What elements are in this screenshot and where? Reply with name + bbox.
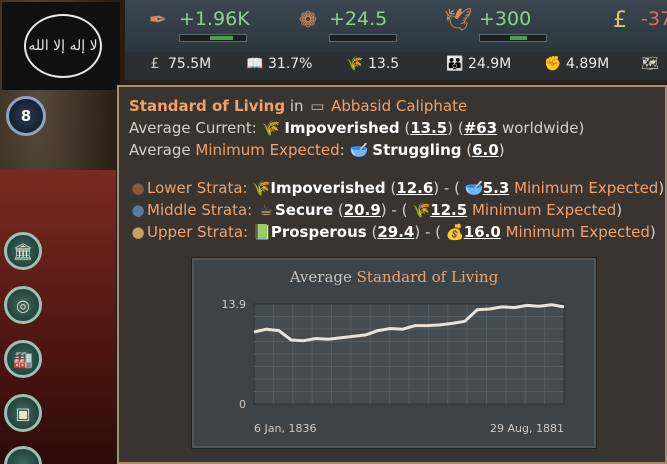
literacy-icon: 📖 xyxy=(246,56,264,72)
top-resource-value: +1.96K xyxy=(179,8,250,30)
fist-icon: ✊ xyxy=(544,56,562,72)
gauge-fill xyxy=(510,36,527,40)
worldwide-label: worldwide xyxy=(501,119,579,137)
sub-resource-population[interactable]: 👪 24.9M xyxy=(445,56,511,78)
average-minimum-line: Average Minimum Expected: 🥣 Struggling (… xyxy=(129,141,505,159)
rank-badge[interactable]: 8 xyxy=(6,96,46,136)
tooltip-in: in xyxy=(289,97,304,115)
status-icon: 📗 xyxy=(252,223,272,241)
avg-current-status: Impoverished xyxy=(284,119,400,137)
sub-resource-map[interactable]: 🗺 xyxy=(640,56,663,78)
standard-of-living-tooltip: Standard of Living in ▭ Abbasid Caliphat… xyxy=(117,85,667,464)
strata-status: Prosperous xyxy=(270,223,367,241)
strata-label: Upper Strata: xyxy=(147,223,249,241)
sub-resource-fist[interactable]: ✊ 4.89M xyxy=(543,56,609,78)
industry-button[interactable]: 🏭 xyxy=(4,340,42,378)
chevron-down-icon: ⌄ xyxy=(16,456,29,464)
y-tick-label: 0 xyxy=(239,398,246,411)
map-icon: 🗺 xyxy=(641,56,659,72)
country-flag-icon: ▭ xyxy=(310,97,325,115)
strata-min-value: 12.5 xyxy=(430,201,468,219)
x-tick-label-end: 29 Aug, 1881 xyxy=(490,422,564,435)
sub-resource-value: 24.9M xyxy=(468,56,512,72)
wheat-icon: 🌾 xyxy=(261,119,281,137)
status-icon: ☕ xyxy=(259,201,273,219)
gauge-fill xyxy=(210,36,233,40)
strata-label: Middle Strata: xyxy=(147,201,253,219)
lower-strata-icon: ● xyxy=(131,179,145,197)
sub-resource-value: 4.89M xyxy=(566,56,610,72)
top-resource-value: +300 xyxy=(479,8,532,30)
coins-icon: ◎ xyxy=(16,295,30,315)
strata-status: Secure xyxy=(275,201,334,219)
strata-min-label: Minimum Expected xyxy=(471,201,617,219)
flag-panel: لا إله إلا الله 8 🏛 ◎ 🏭 ▣ ⌄ xyxy=(0,0,125,464)
dove-icon: 🕊 xyxy=(444,8,472,33)
tooltip-title: Standard of Living xyxy=(129,97,286,115)
strata-label: Lower Strata: xyxy=(147,179,248,197)
top-resource-bar-gauge xyxy=(479,34,547,42)
country-name[interactable]: Abbasid Caliphate xyxy=(331,97,467,115)
crate-icon: ▣ xyxy=(15,403,31,423)
middle-strata-icon: ● xyxy=(131,201,145,219)
min-expected-icon: 🌾 xyxy=(412,201,431,219)
sub-resource-literacy[interactable]: 📖 31.7% xyxy=(245,56,312,78)
sub-resource-value: 13.5 xyxy=(368,56,400,72)
sub-resource-treasury[interactable]: £75.5M xyxy=(145,56,212,78)
wheat-icon: 🌾 xyxy=(346,56,364,72)
y-tick-label: 13.9 xyxy=(222,298,247,311)
quill-icon: ✒ xyxy=(148,8,168,33)
x-tick-label-start: 6 Jan, 1836 xyxy=(254,422,316,435)
avg-current-label: Average Current: xyxy=(129,119,257,137)
avg-current-rank[interactable]: #63 xyxy=(464,119,497,137)
government-button[interactable]: 🏛 xyxy=(4,232,42,270)
seal-icon: ❁ xyxy=(298,8,318,33)
top-resource-bar-gauge xyxy=(329,34,397,42)
strata-status: Impoverished xyxy=(270,179,386,197)
status-icon: 🌾 xyxy=(252,179,272,197)
strata-line: ● Upper Strata: 📗Prosperous (29.4) - ( 💰1… xyxy=(129,223,655,241)
sub-resource-value: 31.7% xyxy=(268,56,313,72)
sub-resource-wheat[interactable]: 🌾 13.5 xyxy=(345,56,399,78)
pound-icon: £ xyxy=(613,8,627,33)
flag-emblem: لا إله إلا الله xyxy=(24,14,102,78)
upper-strata-icon: ● xyxy=(131,223,145,241)
strata-min-value: 16.0 xyxy=(463,223,501,241)
factory-icon: 🏭 xyxy=(13,349,33,369)
treasury-icon: £ xyxy=(150,56,160,72)
sub-resource-value: 75.5M xyxy=(168,56,212,72)
pillars-icon: 🏛 xyxy=(12,241,34,261)
min-expected-icon: 💰 xyxy=(445,223,465,241)
strata-line: ● Lower Strata: 🌾Impoverished (12.6) - ( … xyxy=(129,179,664,197)
strata-value: 12.6 xyxy=(396,179,434,197)
country-flag[interactable]: لا إله إلا الله xyxy=(2,2,120,90)
tooltip-title-line: Standard of Living in ▭ Abbasid Caliphat… xyxy=(129,97,467,115)
strata-min-label: Minimum Expected xyxy=(505,223,650,241)
strata-min-label: Minimum Expected xyxy=(514,179,659,197)
strata-min-value: 5.3 xyxy=(482,179,510,197)
min-expected-icon: 🥣 xyxy=(464,179,484,197)
top-resource-bar-gauge xyxy=(179,34,247,42)
avg-min-value: 6.0 xyxy=(472,141,499,159)
strata-line: ● Middle Strata: ☕ Secure (20.9) - ( 🌾12.5… xyxy=(129,201,622,219)
population-icon: 👪 xyxy=(446,56,464,72)
avg-min-label-a: Average xyxy=(129,141,191,159)
chart-panel: Average Standard of Living 13.9 0 6 Jan, 1… xyxy=(191,257,597,449)
avg-min-label-b: Minimum Expected xyxy=(195,141,340,159)
trade-button[interactable]: ▣ xyxy=(4,394,42,432)
strata-value: 29.4 xyxy=(377,223,415,241)
chart-svg: 13.9 0 6 Jan, 1836 29 Aug, 1881 xyxy=(222,298,565,435)
top-resource-value: -37 xyxy=(641,8,667,30)
strata-value: 20.9 xyxy=(343,201,381,219)
top-resource-value: +24.5 xyxy=(329,8,388,30)
average-current-line: Average Current: 🌾 Impoverished (13.5) (… xyxy=(129,119,585,137)
bowl-icon: 🥣 xyxy=(349,141,369,159)
budget-button[interactable]: ◎ xyxy=(4,286,42,324)
avg-min-status: Struggling xyxy=(372,141,462,159)
avg-current-value: 13.5 xyxy=(410,119,448,137)
